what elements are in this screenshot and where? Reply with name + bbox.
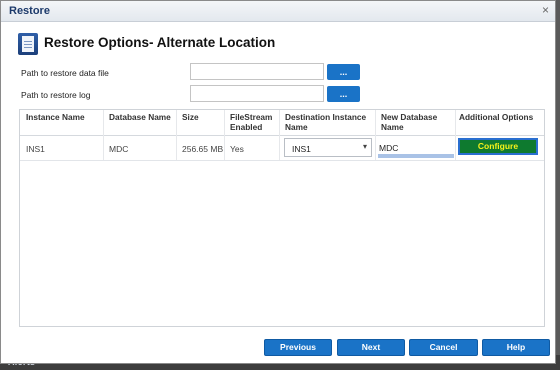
- column-header: FileStream Enabled: [230, 112, 273, 132]
- previous-button[interactable]: Previous: [264, 339, 332, 356]
- browse-data-file-button[interactable]: ...: [327, 64, 360, 80]
- data-file-path-input[interactable]: [190, 63, 324, 80]
- restore-dialog: Restore × Restore Options- Alternate Loc…: [0, 0, 556, 364]
- table-row[interactable]: INS1 MDC 256.65 MB Yes INS1 ▾ Configure: [20, 136, 544, 161]
- destination-instance-select[interactable]: INS1 ▾: [284, 138, 372, 157]
- next-button[interactable]: Next: [337, 339, 405, 356]
- data-file-label: Path to restore data file: [21, 68, 109, 78]
- input-focus-underline: [378, 154, 454, 158]
- close-icon[interactable]: ×: [542, 3, 549, 17]
- column-header: Database Name: [109, 112, 171, 122]
- page-title: Restore Options- Alternate Location: [44, 35, 276, 50]
- window-title: Restore: [9, 5, 50, 17]
- configure-button[interactable]: Configure: [458, 138, 538, 155]
- document-icon: [18, 33, 38, 55]
- column-header: Size: [182, 112, 199, 122]
- cancel-button[interactable]: Cancel: [409, 339, 478, 356]
- browse-log-button[interactable]: ...: [327, 86, 360, 102]
- destination-instance-value: INS1: [292, 144, 311, 154]
- restore-table: Instance Name Database Name Size FileStr…: [19, 109, 545, 327]
- title-bar: Restore ×: [1, 1, 555, 22]
- filestream-cell: Yes: [230, 144, 244, 154]
- size-cell: 256.65 MB: [182, 144, 224, 154]
- column-header: Additional Options: [459, 112, 534, 122]
- column-header: New Database Name: [381, 112, 438, 132]
- table-header: Instance Name Database Name Size FileStr…: [20, 110, 544, 136]
- column-header: Instance Name: [26, 112, 85, 122]
- chevron-down-icon: ▾: [362, 142, 367, 151]
- help-button[interactable]: Help: [482, 339, 550, 356]
- instance-name-cell: INS1: [26, 144, 45, 154]
- log-label: Path to restore log: [21, 90, 91, 100]
- log-path-input[interactable]: [190, 85, 324, 102]
- database-name-cell: MDC: [109, 144, 129, 154]
- column-header: Destination Instance Name: [285, 112, 367, 132]
